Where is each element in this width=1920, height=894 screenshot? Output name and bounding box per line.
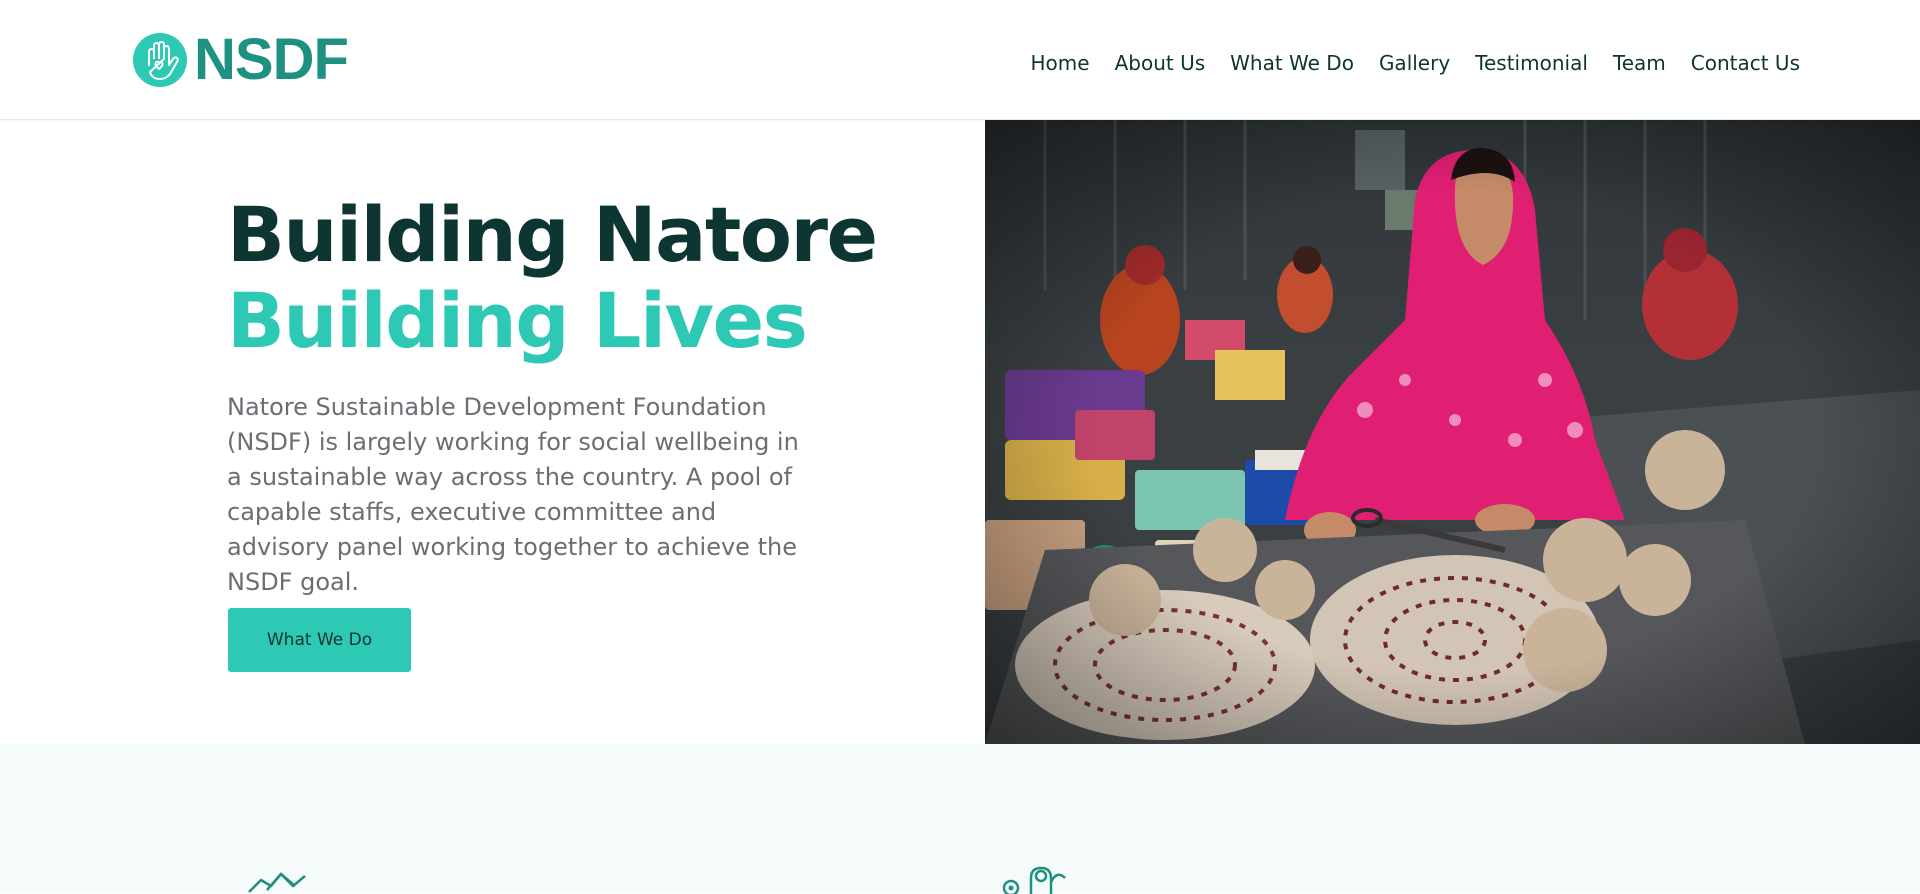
nav-about-us[interactable]: About Us — [1102, 46, 1218, 80]
nav-contact-us[interactable]: Contact Us — [1678, 46, 1800, 80]
hero-description: Natore Sustainable Development Foundatio… — [227, 393, 799, 596]
woman-weaving-baskets-photo — [985, 120, 1920, 744]
features-section — [0, 744, 1920, 894]
hero-title-line1: Building Natore — [227, 190, 878, 279]
site-header: NSDF Home About Us What We Do Gallery Te… — [0, 0, 1920, 120]
main-nav: Home About Us What We Do Gallery Testimo… — [1018, 46, 1800, 80]
nav-gallery[interactable]: Gallery — [1366, 46, 1462, 80]
handshake-icon — [248, 872, 306, 893]
hero-section: Building Natore Building Lives Natore Su… — [0, 120, 985, 744]
what-we-do-button[interactable]: What We Do — [228, 608, 411, 672]
nav-what-we-do[interactable]: What We Do — [1218, 46, 1367, 80]
nav-team[interactable]: Team — [1600, 46, 1678, 80]
hand-heart-logo-icon — [133, 33, 187, 87]
hero-title-line2: Building Lives — [227, 276, 808, 365]
logo[interactable]: NSDF — [132, 27, 349, 92]
nav-home[interactable]: Home — [1018, 46, 1102, 80]
logo-text: NSDF — [194, 27, 349, 92]
people-target-icon — [1002, 866, 1066, 894]
nav-testimonial[interactable]: Testimonial — [1463, 46, 1601, 80]
